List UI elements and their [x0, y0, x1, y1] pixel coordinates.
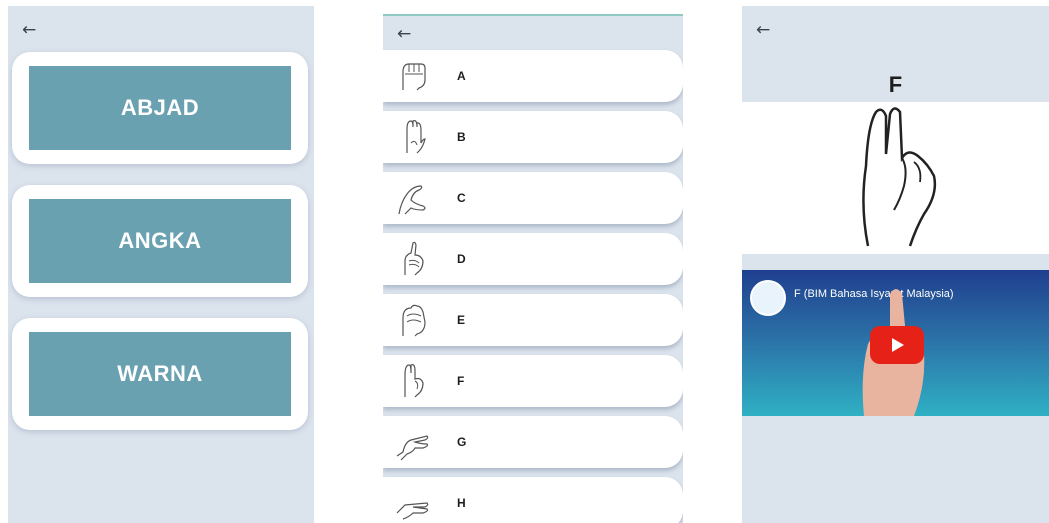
- hand-sign-d-icon: [404, 241, 424, 276]
- abjad-button[interactable]: ABJAD: [29, 66, 291, 150]
- letter-detail-screen: ← F F (BIM Bahasa Isyarat Malaysia): [742, 6, 1049, 523]
- letter-item-c[interactable]: C: [383, 172, 683, 224]
- sign-illustration: [742, 102, 1049, 254]
- letter-label: B: [457, 130, 466, 144]
- channel-logo-icon: [750, 280, 786, 316]
- hand-sign-f-illustration: [862, 107, 937, 247]
- abjad-label: ABJAD: [120, 95, 200, 120]
- hand-sign-a-icon: [402, 63, 426, 91]
- hand-sign-h-icon: [396, 502, 429, 520]
- warna-button[interactable]: WARNA: [29, 332, 291, 416]
- letter-label: E: [457, 313, 466, 327]
- play-icon: [892, 338, 904, 352]
- letter-label: A: [457, 69, 466, 83]
- menu-screen: ← ABJAD ANGKA WARNA: [8, 6, 314, 523]
- letter-item-d[interactable]: D: [383, 233, 683, 285]
- letter-item-g[interactable]: G: [383, 416, 683, 468]
- warna-label: WARNA: [117, 361, 203, 386]
- angka-button[interactable]: ANGKA: [29, 199, 291, 283]
- angka-label: ANGKA: [118, 228, 202, 253]
- letter-item-f[interactable]: F: [383, 355, 683, 407]
- letter-label: F: [457, 374, 465, 388]
- letter-label: H: [457, 496, 466, 510]
- detail-letter-title: F: [888, 72, 903, 97]
- letter-item-e[interactable]: E: [383, 294, 683, 346]
- hand-sign-e-icon: [402, 304, 426, 337]
- hand-sign-b-icon: [406, 120, 426, 154]
- letter-label: C: [457, 191, 466, 205]
- letter-label: G: [457, 435, 467, 449]
- letter-label: D: [457, 252, 466, 266]
- menu-card-abjad[interactable]: ABJAD: [12, 52, 308, 164]
- back-arrow-icon[interactable]: ←: [22, 20, 36, 40]
- menu-card-warna[interactable]: WARNA: [12, 318, 308, 430]
- letter-item-a[interactable]: A: [383, 50, 683, 102]
- menu-card-angka[interactable]: ANGKA: [12, 185, 308, 297]
- hand-sign-f-icon: [404, 364, 424, 398]
- video-player[interactable]: F (BIM Bahasa Isyarat Malaysia): [742, 270, 1049, 416]
- letter-item-b[interactable]: B: [383, 111, 683, 163]
- alphabet-screen: ← A B C D E F G H: [383, 14, 683, 523]
- back-arrow-icon[interactable]: ←: [397, 24, 411, 44]
- hand-sign-c-icon: [398, 185, 426, 215]
- back-arrow-icon[interactable]: ←: [756, 20, 770, 40]
- letter-item-h[interactable]: H: [383, 477, 683, 523]
- hand-sign-g-icon: [396, 435, 429, 461]
- play-button[interactable]: [870, 326, 924, 364]
